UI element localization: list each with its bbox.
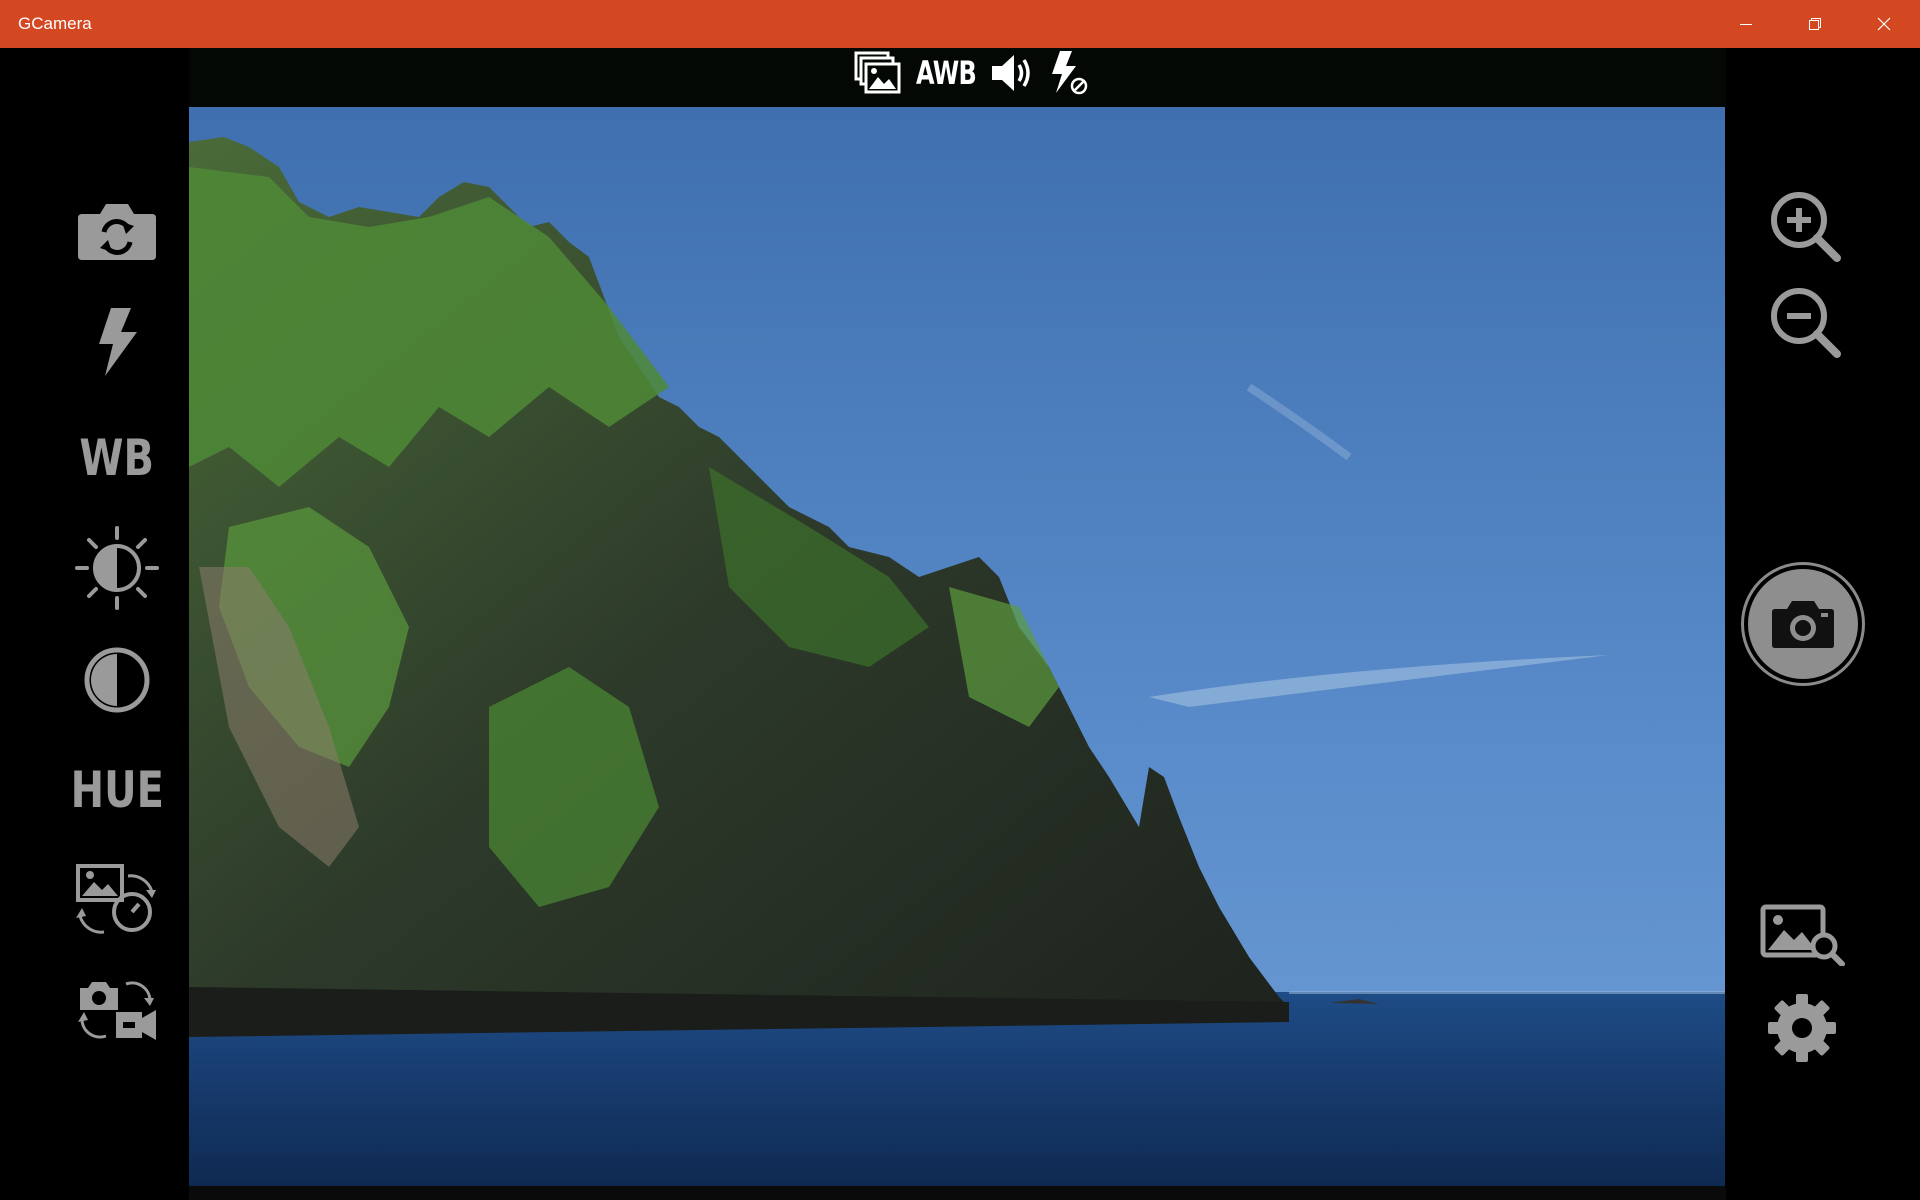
timer-photo-button[interactable]	[72, 860, 162, 940]
zoom-in-icon	[1771, 192, 1841, 262]
brightness-icon	[75, 526, 159, 610]
zoom-out-icon	[1771, 288, 1841, 358]
timer-photo-icon	[76, 864, 156, 934]
contrast-button[interactable]	[72, 640, 162, 720]
minimize-button[interactable]	[1712, 0, 1780, 48]
zoom-in-button[interactable]	[1763, 184, 1847, 268]
gallery-stack-icon[interactable]	[854, 51, 902, 95]
hue-label: HUE	[70, 761, 164, 819]
gallery-search-icon	[1760, 904, 1845, 966]
white-balance-label: WB	[79, 429, 155, 487]
shutter-button[interactable]	[1741, 562, 1865, 686]
flash-button[interactable]	[72, 302, 162, 382]
hue-button[interactable]: HUE	[70, 750, 164, 830]
shutter-inner	[1748, 569, 1858, 679]
switch-camera-button[interactable]	[72, 190, 162, 270]
gallery-button[interactable]	[1760, 900, 1846, 970]
preview-image	[189, 107, 1725, 1186]
camera-preview[interactable]	[189, 107, 1725, 1186]
preview-bottom-strip	[189, 1186, 1726, 1200]
status-icons: AWB	[854, 50, 1090, 96]
close-icon	[1877, 17, 1891, 31]
minimize-icon	[1740, 24, 1752, 25]
restore-button[interactable]	[1781, 0, 1849, 48]
title-bar: GCamera	[0, 0, 1920, 48]
photo-video-switch-icon	[78, 981, 156, 1040]
contrast-icon	[84, 647, 150, 713]
white-balance-button[interactable]: WB	[72, 418, 162, 498]
close-button[interactable]	[1850, 0, 1918, 48]
photo-video-switch-button[interactable]	[72, 970, 162, 1050]
switch-camera-icon	[78, 204, 156, 260]
gear-icon	[1768, 994, 1836, 1062]
white-balance-indicator[interactable]: AWB	[916, 54, 977, 92]
restore-icon	[1809, 18, 1821, 30]
camera-icon	[1772, 601, 1834, 648]
window-title: GCamera	[18, 14, 92, 33]
flash-off-icon[interactable]	[1046, 49, 1090, 97]
settings-button[interactable]	[1762, 990, 1842, 1066]
flash-icon	[99, 308, 137, 376]
brightness-button[interactable]	[72, 526, 162, 610]
zoom-out-button[interactable]	[1763, 280, 1847, 364]
speaker-on-icon[interactable]	[990, 52, 1036, 94]
